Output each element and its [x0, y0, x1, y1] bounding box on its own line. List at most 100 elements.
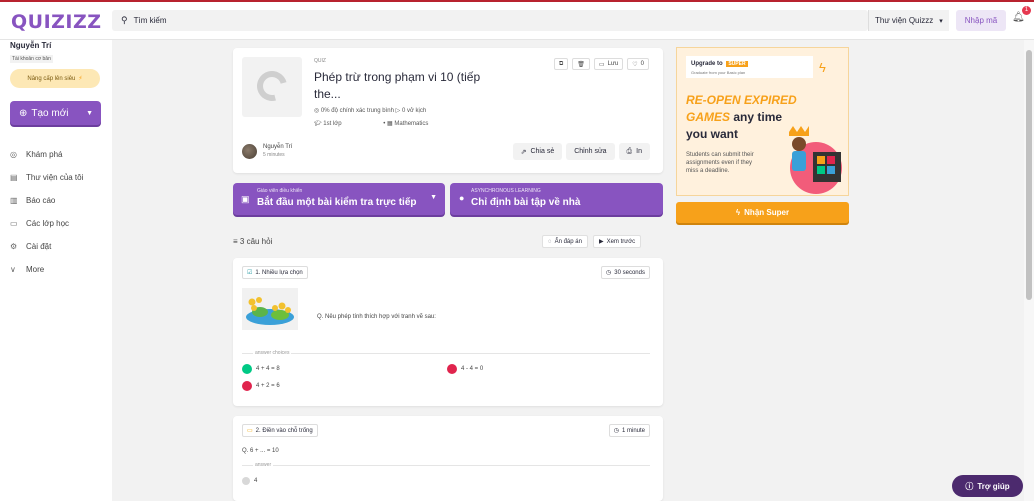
join-code-button[interactable]: Nhập mã: [956, 10, 1006, 31]
sidebar-item-my-library[interactable]: ▤ Thư viện của tôi: [10, 166, 83, 189]
save-button[interactable]: ▭ Lưu: [593, 58, 624, 70]
help-button[interactable]: ⓘ Trợ giúp: [952, 475, 1023, 497]
upgrade-label: Nâng cấp lên siêu: [27, 75, 76, 82]
question-time-label: 30 seconds: [614, 269, 645, 276]
play-icon: ▷: [395, 108, 401, 114]
question-tools: ◌ Ẩn đáp án ▶ Xem trước: [542, 235, 642, 248]
incorrect-indicator: [242, 381, 252, 391]
question-type-label: 1. Nhiều lựa chọn: [255, 269, 303, 276]
quiz-bottom-actions: ⇗ Chia sẻ Chỉnh sửa ⎙ In: [512, 143, 650, 160]
create-label: Tạo mới: [31, 107, 69, 119]
sidebar-item-label: Báo cáo: [26, 196, 56, 205]
ad-upgrade-title: Upgrade to SUPER: [691, 61, 748, 67]
correct-indicator: [242, 364, 252, 374]
divider: [242, 465, 650, 466]
quizizz-logo[interactable]: QUIZIZZ: [11, 11, 102, 33]
heart-icon: ♡: [632, 61, 638, 68]
question-count: ≡ 3 câu hỏi: [233, 237, 272, 246]
assign-homework-button[interactable]: ● ASYNCHRONOUS LEARNING Chỉ định bài tập…: [450, 183, 663, 215]
subject-text: Mathematics: [394, 121, 429, 127]
print-button[interactable]: ⎙ In: [618, 143, 650, 160]
clock-icon: ◷: [613, 428, 619, 434]
question-time-badge: ◷ 30 seconds: [601, 266, 650, 279]
sidebar-item-label: Thư viện của tôi: [26, 173, 84, 182]
author-time: 5 minutes: [263, 152, 285, 158]
upgrade-ad[interactable]: Upgrade to SUPER Graduate from your Basi…: [676, 47, 849, 196]
author-name[interactable]: Nguyễn Trí: [263, 144, 292, 150]
answer-text: 4 + 2 = 6: [256, 383, 280, 389]
gear-icon: ⚙︎: [10, 242, 18, 251]
plus-circle-icon: ⊕: [19, 107, 28, 119]
ad-headline-highlight: GAMES: [686, 110, 731, 124]
quiz-title: Phép trừ trong phạm vi 10 (tiếp the...: [314, 70, 481, 101]
question-illustration: [246, 297, 294, 325]
sidebar-item-more[interactable]: ∨ More: [10, 258, 83, 281]
question-time-badge: ◷ 1 minute: [608, 424, 650, 437]
sidebar-item-settings[interactable]: ⚙︎ Cài đặt: [10, 235, 83, 258]
sidebar-item-label: More: [26, 265, 45, 274]
answer-indicator: [242, 477, 250, 485]
homework-label: Chỉ định bài tập về nhà: [471, 197, 581, 208]
start-label: Bắt đầu một bài kiểm tra trực tiếp: [257, 197, 417, 208]
classes-icon: ▭: [10, 219, 18, 228]
question-type-badge: ▭ 2. Điền vào chỗ trống: [242, 424, 318, 437]
incorrect-indicator: [447, 364, 457, 374]
bolt-icon: ϟ: [819, 60, 826, 75]
hide-answers-button[interactable]: ◌ Ẩn đáp án: [542, 235, 588, 248]
caret-down-icon[interactable]: ▼: [430, 194, 437, 201]
edit-button[interactable]: Chỉnh sửa: [566, 143, 615, 160]
notification-badge: 1: [1022, 6, 1031, 15]
compass-icon: ◎: [10, 150, 17, 159]
homework-subtitle: ASYNCHRONOUS LEARNING: [471, 188, 541, 194]
question-card-1[interactable]: ☑ 1. Nhiều lựa chọn ◷ 30 seconds Q. Nêu …: [233, 258, 663, 406]
quiz-meta: 🎓︎ 1st lớp • ▦ Mathematics: [314, 120, 428, 127]
sidebar-item-label: Các lớp học: [26, 219, 70, 228]
search-icon: ⚲: [121, 15, 128, 25]
upgrade-button[interactable]: Nâng cấp lên siêu ⚡︎: [10, 69, 100, 88]
create-new-button[interactable]: ⊕ Tạo mới ▼: [10, 101, 101, 125]
chevron-down-icon: ∨: [10, 265, 16, 274]
question-card-2[interactable]: ▭ 2. Điền vào chỗ trống ◷ 1 minute Q. 6 …: [233, 416, 663, 501]
library-select-label: Thư viện Quizzz: [875, 16, 934, 25]
bolt-icon: ϟ: [735, 208, 741, 217]
sidebar-item-reports[interactable]: ▥ Báo cáo: [10, 189, 83, 212]
start-live-quiz-button[interactable]: ▣ Giáo viên điều khiển Bắt đầu một bài k…: [233, 183, 445, 215]
question-time-label: 1 minute: [621, 427, 645, 434]
answer-choice: 4 + 2 = 6: [242, 381, 280, 391]
avatar[interactable]: [242, 144, 257, 159]
ad-headline-rest: any time: [730, 110, 783, 124]
get-super-button[interactable]: ϟ Nhận Super: [676, 202, 849, 223]
share-button[interactable]: ⇗ Chia sẻ: [512, 143, 563, 160]
list-icon: ≡: [233, 237, 240, 246]
save-label: Lưu: [607, 61, 619, 67]
like-button[interactable]: ♡ 0: [627, 58, 649, 70]
ad-illustration: [789, 126, 842, 194]
eye-off-icon: ◌: [548, 238, 552, 245]
quiz-thumbnail: [242, 57, 302, 117]
preview-label: Xem trước: [606, 238, 636, 245]
accuracy-text: 0% độ chính xác trung bình: [320, 108, 394, 114]
sidebar-nav: ◎ Khám phá ▤ Thư viện của tôi ▥ Báo cáo …: [10, 143, 83, 281]
copy-button[interactable]: ⧉: [553, 58, 569, 70]
sidebar-item-explore[interactable]: ◎ Khám phá: [10, 143, 83, 166]
quiz-type-label: QUIZ: [314, 58, 326, 64]
sidebar: Nguyễn Trí Tài khoản cơ bản Nâng cấp lên…: [0, 40, 112, 501]
preview-button[interactable]: ▶ Xem trước: [592, 235, 642, 248]
question-type-label: 2. Điền vào chỗ trống: [255, 427, 313, 434]
grade-text: 1st lớp: [323, 121, 342, 127]
target-icon: ◎: [314, 108, 320, 114]
answer-text: 4 + 4 = 8: [256, 366, 280, 372]
caret-down-icon: ▼: [86, 109, 93, 117]
question-text: Q. Nêu phép tính thích hợp với tranh vẽ …: [317, 314, 436, 320]
top-bar: QUIZIZZ ⚲ Tìm kiếm Thư viện Quizzz ▾ Nhậ…: [0, 0, 1034, 40]
sidebar-item-classes[interactable]: ▭ Các lớp học: [10, 212, 83, 235]
delete-button[interactable]: 🗑︎: [572, 58, 590, 70]
library-select[interactable]: Thư viện Quizzz ▾: [868, 10, 949, 31]
scrollbar-thumb[interactable]: [1026, 50, 1032, 300]
clock-icon: ●: [459, 193, 465, 203]
blank-icon: ▭: [247, 428, 253, 434]
search-input[interactable]: ⚲ Tìm kiếm: [112, 10, 868, 31]
ad-headline-1: RE-OPEN EXPIRED: [686, 93, 797, 107]
ad-headline-2: GAMES any time: [686, 110, 782, 124]
folder-icon: ▭: [598, 61, 605, 68]
